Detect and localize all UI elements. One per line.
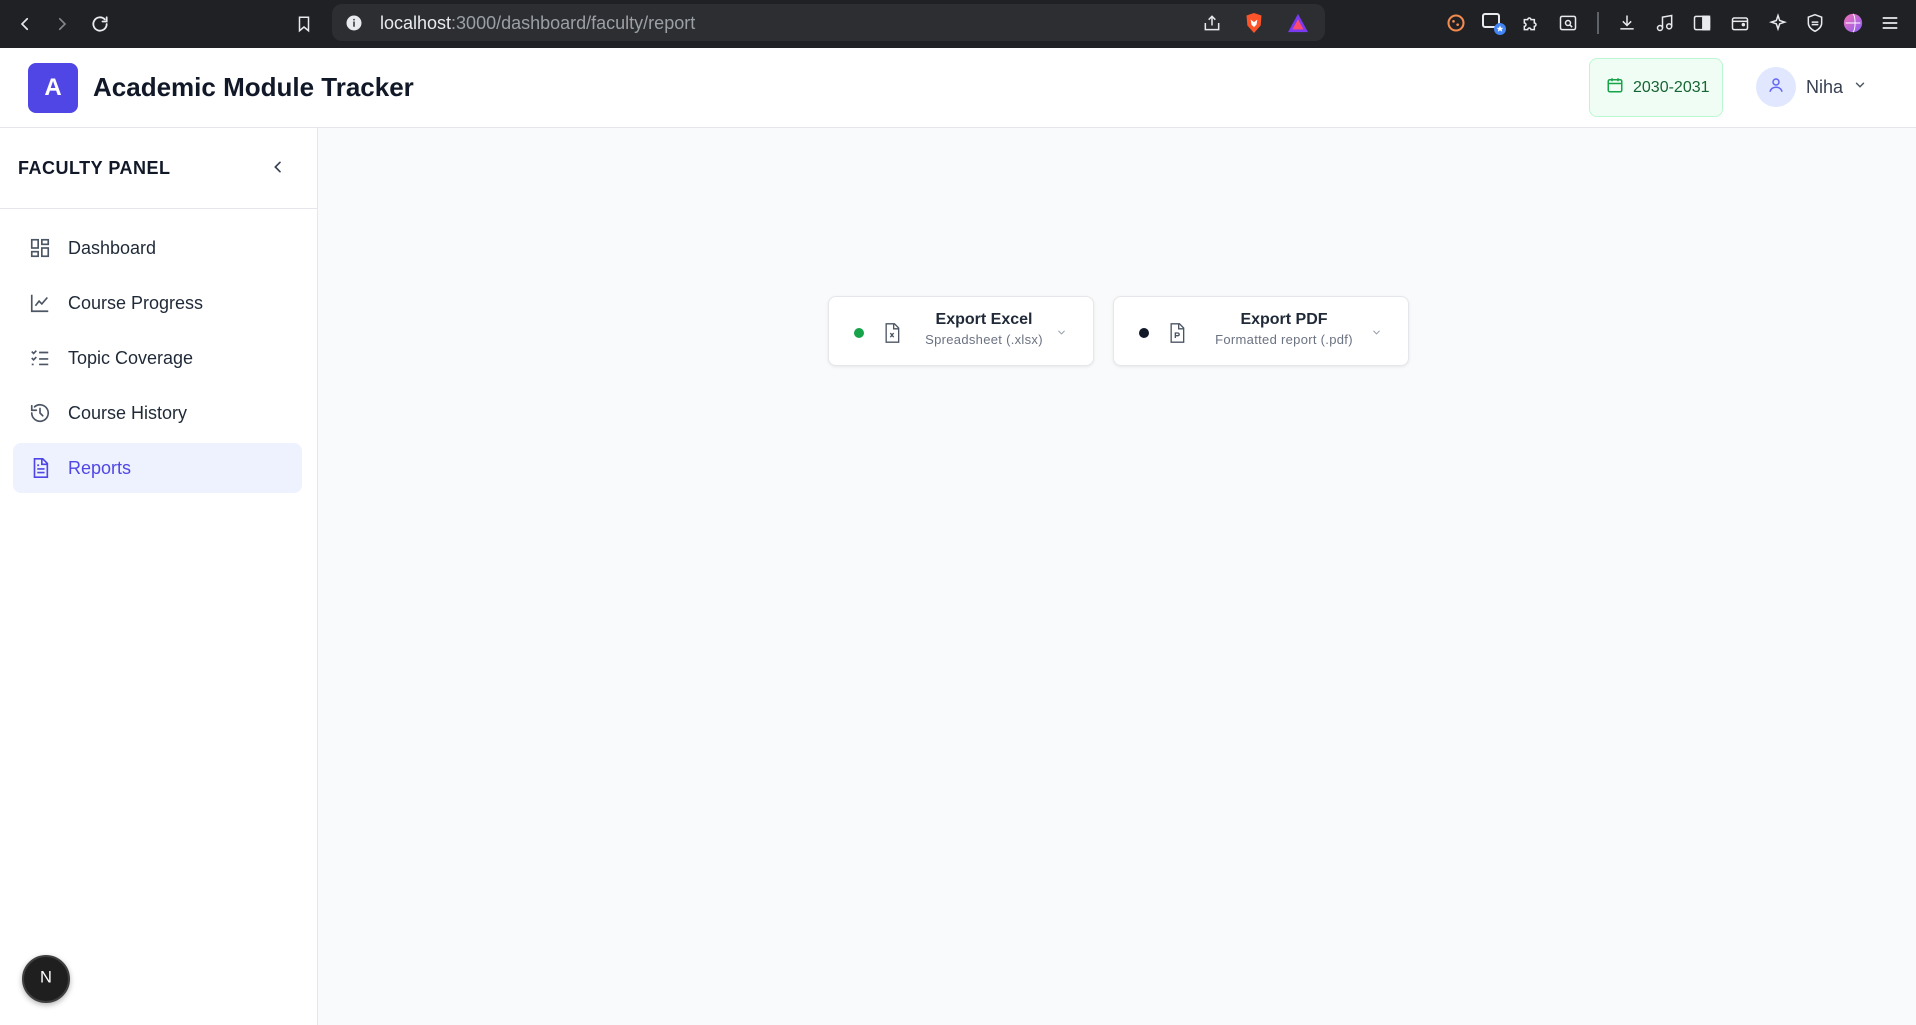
export-excel-subtitle: Spreadsheet (.xlsx) (925, 332, 1043, 347)
user-icon (1767, 76, 1785, 99)
line-chart-icon (28, 291, 52, 315)
sidebar-item-label: Course History (68, 402, 188, 423)
dev-badge-letter: N (40, 968, 52, 986)
export-pdf-button[interactable]: Export PDF Formatted report (.pdf) (1113, 296, 1409, 366)
export-pdf-title: Export PDF (1240, 311, 1328, 328)
user-name: Niha (1806, 76, 1844, 97)
collapse-sidebar-button[interactable] (262, 155, 294, 183)
site-info-icon[interactable] (345, 14, 363, 37)
chevron-down-icon (1369, 325, 1383, 339)
calendar-icon (1606, 76, 1624, 99)
academic-year-badge[interactable]: 2030-2031 (1589, 58, 1723, 117)
forward-icon[interactable] (48, 10, 76, 38)
url-path: :3000/dashboard/faculty/report (451, 13, 696, 33)
sidebar-item-reports[interactable]: Reports (13, 443, 302, 493)
share-icon[interactable] (1202, 13, 1222, 38)
search-page-icon[interactable] (1555, 10, 1581, 36)
academic-year-text: 2030-2031 (1633, 78, 1710, 96)
avatar (1756, 67, 1796, 107)
browser-toolbar: localhost:3000/dashboard/faculty/report (0, 0, 1916, 48)
panel-title: FACULTY PANEL (18, 158, 171, 178)
chevron-left-icon (270, 159, 286, 180)
address-bar[interactable]: localhost:3000/dashboard/faculty/report (332, 4, 1325, 41)
sidebar: FACULTY PANEL Dashboard Course Progress … (0, 128, 318, 1025)
cookie-extension-icon[interactable] (1443, 10, 1469, 36)
export-excel-text: Export Excel Spreadsheet (.xlsx) (909, 311, 1059, 347)
status-dot (1139, 328, 1149, 338)
app-header: A Academic Module Tracker 2030-2031 Niha (0, 48, 1916, 128)
dashboard-icon (28, 236, 52, 260)
back-icon[interactable] (11, 10, 39, 38)
document-icon (28, 456, 52, 480)
download-icon[interactable] (1614, 10, 1640, 36)
url-text: localhost:3000/dashboard/faculty/report (380, 13, 695, 34)
browser-menu-icon[interactable] (1877, 10, 1903, 36)
url-host: localhost (380, 13, 452, 33)
pdf-file-icon (1166, 321, 1188, 345)
profile-avatar-icon[interactable] (1840, 10, 1866, 36)
bookmark-icon[interactable] (290, 10, 318, 38)
chevron-down-icon (1853, 78, 1867, 97)
export-excel-title: Export Excel (935, 311, 1033, 328)
sidebar-toggle-icon[interactable] (1689, 10, 1715, 36)
puzzle-extensions-icon[interactable] (1518, 10, 1544, 36)
main-content: Export Excel Spreadsheet (.xlsx) Export … (318, 128, 1916, 1025)
app-title: Academic Module Tracker (93, 72, 414, 102)
brave-rewards-icon[interactable] (1287, 13, 1309, 38)
checklist-icon (28, 346, 52, 370)
brave-shield-icon[interactable] (1244, 12, 1264, 39)
status-dot (854, 328, 864, 338)
sidebar-item-label: Course Progress (68, 292, 204, 313)
user-menu-button[interactable]: Niha (1756, 65, 1876, 109)
export-pdf-text: Export PDF Formatted report (.pdf) (1194, 311, 1374, 347)
vpn-shield-icon[interactable] (1802, 10, 1828, 36)
wallet-icon[interactable] (1727, 10, 1753, 36)
ai-sparkle-icon[interactable] (1765, 10, 1791, 36)
sidebar-item-topic-coverage[interactable]: Topic Coverage (13, 333, 302, 383)
nextjs-dev-badge[interactable]: N (22, 955, 70, 1003)
sidebar-item-label: Reports (68, 457, 132, 478)
history-icon (28, 401, 52, 425)
sidebar-item-dashboard[interactable]: Dashboard (13, 223, 302, 273)
music-icon[interactable] (1652, 10, 1678, 36)
nextjs-logo-icon: N (35, 966, 57, 993)
tab-manager-extension-icon[interactable] (1481, 10, 1507, 36)
toolbar-divider (1597, 12, 1599, 34)
sidebar-item-label: Dashboard (68, 237, 157, 258)
sidebar-header: FACULTY PANEL (0, 128, 317, 209)
sidebar-item-course-history[interactable]: Course History (13, 388, 302, 438)
sidebar-item-course-progress[interactable]: Course Progress (13, 278, 302, 328)
sidebar-item-label: Topic Coverage (68, 347, 194, 368)
export-excel-button[interactable]: Export Excel Spreadsheet (.xlsx) (828, 296, 1094, 366)
spreadsheet-file-icon (881, 321, 903, 345)
chevron-down-icon (1054, 325, 1068, 339)
reload-icon[interactable] (86, 10, 114, 38)
app-logo[interactable]: A (28, 63, 78, 113)
export-pdf-subtitle: Formatted report (.pdf) (1215, 332, 1353, 347)
